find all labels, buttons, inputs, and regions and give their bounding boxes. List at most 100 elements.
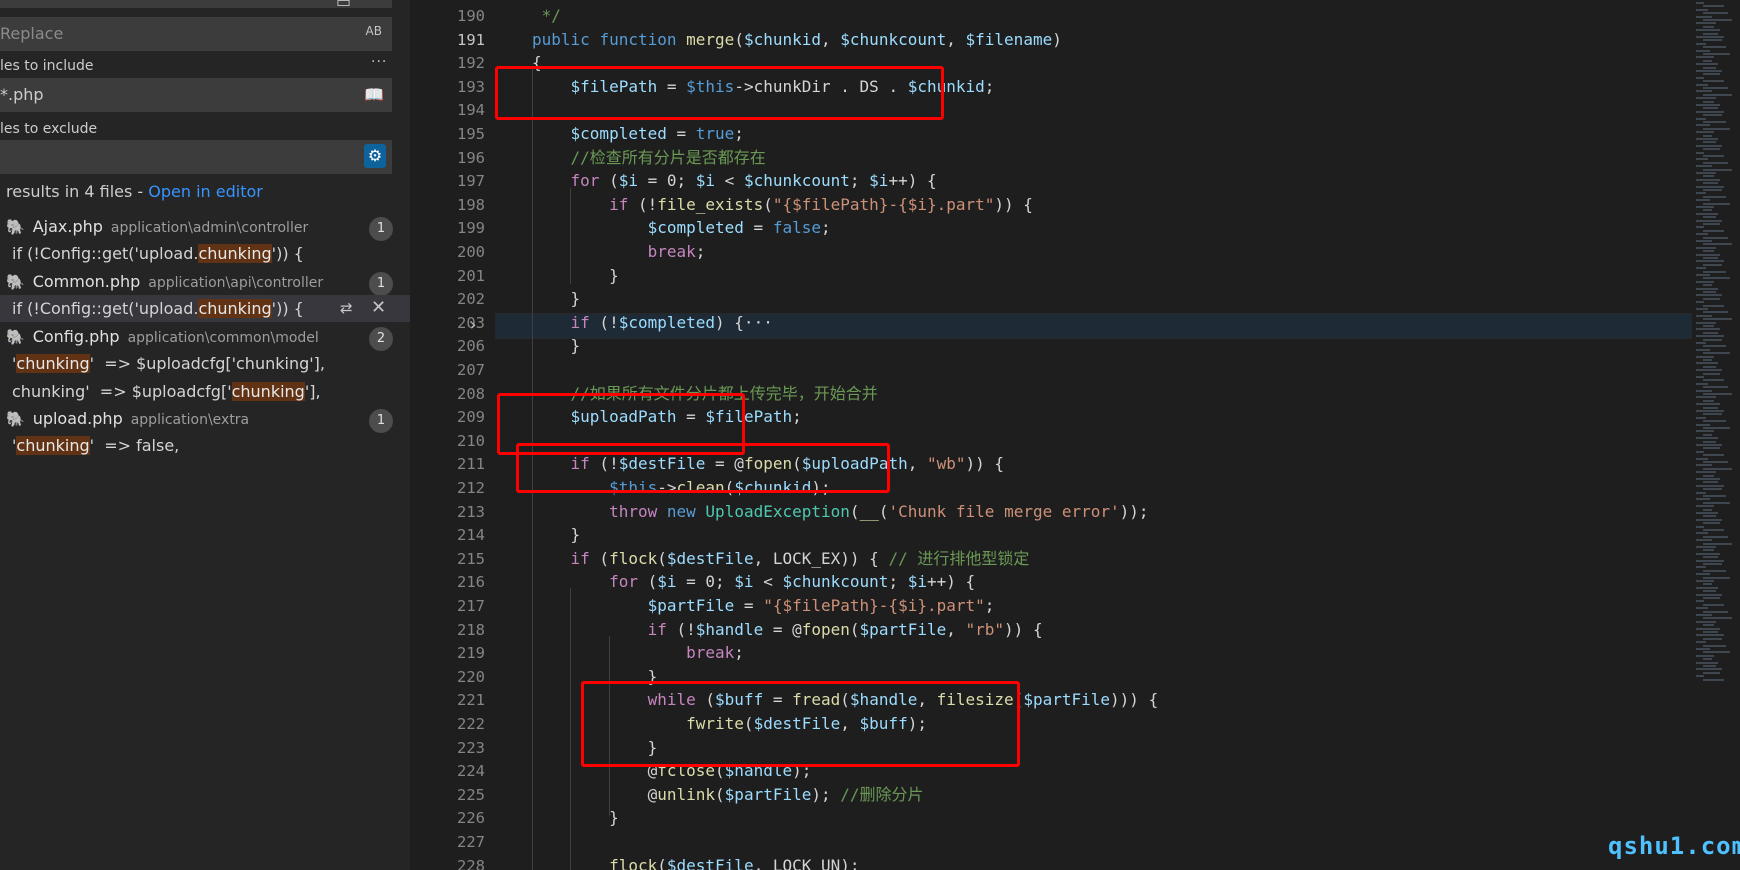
minimap-line bbox=[1703, 338, 1722, 341]
include-label: les to include bbox=[0, 58, 94, 74]
match-line[interactable]: if (!Config::get('upload.chunking')) { bbox=[12, 244, 304, 263]
close-icon[interactable]: ✕ bbox=[371, 297, 386, 318]
code-line[interactable]: $partFile = "{$filePath}-{$i}.part"; bbox=[532, 594, 995, 618]
result-file[interactable]: 🐘 upload.php application\extra bbox=[6, 409, 249, 428]
code-line[interactable]: if (flock($destFile, LOCK_EX)) { // 进行排他… bbox=[532, 547, 1030, 571]
minimap-line bbox=[1696, 124, 1710, 127]
minimap-line bbox=[1696, 36, 1724, 38]
match-highlight: chunking bbox=[16, 436, 90, 455]
minimap-line bbox=[1703, 161, 1728, 164]
gear-icon[interactable]: ⚙ bbox=[364, 144, 386, 168]
minimap-line bbox=[1703, 277, 1730, 280]
replace-icon[interactable]: ⇄ bbox=[340, 299, 353, 317]
code-line[interactable]: } bbox=[532, 523, 581, 547]
line-number: 191 bbox=[457, 30, 485, 49]
code-line[interactable]: public function merge($chunkid, $chunkco… bbox=[532, 28, 1062, 52]
minimap[interactable] bbox=[1692, 0, 1740, 870]
search-field[interactable] bbox=[0, 0, 392, 8]
code-line[interactable]: */ bbox=[532, 4, 561, 28]
code-line[interactable]: $completed = true; bbox=[532, 122, 744, 146]
code-line[interactable]: throw new UploadException(__('Chunk file… bbox=[532, 500, 1149, 524]
minimap-line bbox=[1703, 19, 1732, 21]
code-line[interactable]: for ($i = 0; $i < $chunkcount; $i++) { bbox=[532, 169, 937, 193]
minimap-line bbox=[1703, 12, 1728, 15]
line-number: 198 bbox=[457, 195, 485, 214]
minimap-line bbox=[1703, 658, 1712, 661]
minimap-line bbox=[1703, 87, 1728, 89]
minimap-line bbox=[1703, 263, 1722, 266]
code-line[interactable]: } bbox=[532, 334, 581, 358]
code-line[interactable]: $completed = false; bbox=[532, 216, 831, 240]
code-line[interactable]: } bbox=[532, 264, 619, 288]
replace-input[interactable]: Replace AB bbox=[0, 17, 392, 51]
open-in-editor-link[interactable]: Open in editor bbox=[148, 182, 263, 201]
match-line[interactable]: 'chunking' => $uploadcfg['chunking'], bbox=[12, 354, 325, 373]
chevron-right-icon[interactable]: › bbox=[470, 315, 476, 334]
minimap-line bbox=[1703, 250, 1714, 253]
minimap-line bbox=[1703, 576, 1730, 579]
minimap-line bbox=[1703, 284, 1712, 287]
minimap-line bbox=[1703, 569, 1726, 572]
preserve-case-button[interactable]: AB bbox=[366, 24, 382, 38]
minimap-line bbox=[1696, 76, 1704, 79]
minimap-line bbox=[1703, 127, 1730, 130]
minimap-line bbox=[1703, 631, 1718, 633]
minimap-line bbox=[1696, 22, 1716, 25]
minimap-line bbox=[1703, 93, 1732, 96]
line-number: 215 bbox=[457, 549, 485, 568]
watermark: qshu1.com bbox=[1608, 832, 1740, 860]
code-line[interactable]: for ($i = 0; $i < $chunkcount; $i++) { bbox=[532, 570, 975, 594]
minimap-line bbox=[1696, 430, 1714, 433]
minimap-line bbox=[1696, 158, 1708, 161]
code-line[interactable]: if (!$completed) {··· bbox=[532, 311, 773, 335]
minimap-line bbox=[1703, 556, 1718, 559]
code-line[interactable]: if (!file_exists("{$filePath}-{$i}.part"… bbox=[532, 193, 1033, 217]
minimap-line bbox=[1703, 148, 1720, 151]
minimap-line bbox=[1696, 172, 1716, 174]
result-file-path: application\extra bbox=[130, 412, 250, 428]
minimap-line bbox=[1703, 488, 1722, 491]
minimap-line bbox=[1703, 617, 1732, 620]
match-line[interactable]: chunking' => $uploadcfg['chunking'], bbox=[12, 382, 321, 401]
minimap-line bbox=[1696, 226, 1704, 229]
code-line[interactable]: } bbox=[532, 806, 619, 830]
line-number: 209 bbox=[457, 408, 485, 427]
code-line[interactable]: flock($destFile, LOCK_UN); bbox=[532, 854, 859, 870]
minimap-line bbox=[1703, 522, 1720, 525]
code-line[interactable]: //检查所有分片是否都存在 bbox=[532, 146, 766, 170]
minimap-line bbox=[1703, 508, 1712, 511]
replace-placeholder: Replace bbox=[0, 24, 64, 43]
minimap-line bbox=[1703, 440, 1716, 443]
match-line[interactable]: 'chunking' => false, bbox=[12, 436, 179, 455]
minimap-line bbox=[1696, 314, 1712, 317]
minimap-line bbox=[1703, 495, 1726, 497]
exclude-input[interactable]: ⚙ bbox=[0, 140, 392, 174]
code-editor[interactable]: 190 191 192 193 194 195 196 197 198 199 200 201 202 2… bbox=[410, 0, 1700, 870]
minimap-line bbox=[1696, 246, 1716, 249]
code-line[interactable]: break; bbox=[532, 641, 744, 665]
more-options-button[interactable]: ... bbox=[371, 50, 387, 66]
minimap-line bbox=[1703, 393, 1732, 395]
code-line[interactable]: break; bbox=[532, 240, 706, 264]
minimap-line bbox=[1703, 372, 1720, 375]
code-line[interactable]: if (!$handle = @fopen($partFile, "rb")) … bbox=[532, 618, 1043, 642]
result-file[interactable]: 🐘 Common.php application\api\controller bbox=[6, 272, 323, 291]
minimap-line bbox=[1696, 260, 1724, 263]
minimap-line bbox=[1703, 535, 1728, 538]
line-number: 200 bbox=[457, 243, 485, 261]
result-file[interactable]: 🐘 Ajax.php application\admin\controller bbox=[6, 217, 308, 236]
regex-icon[interactable]: ▭ bbox=[336, 0, 351, 11]
match-line-selected[interactable]: if (!Config::get('upload.chunking')) { bbox=[12, 299, 304, 318]
include-input[interactable]: *.php 📖 bbox=[0, 78, 392, 112]
minimap-line bbox=[1696, 518, 1722, 521]
minimap-line bbox=[1703, 427, 1730, 429]
minimap-line bbox=[1703, 114, 1722, 117]
minimap-line bbox=[1703, 202, 1730, 205]
minimap-line bbox=[1696, 110, 1724, 113]
book-icon[interactable]: 📖 bbox=[364, 85, 384, 104]
result-file[interactable]: 🐘 Config.php application\common\model bbox=[6, 327, 319, 346]
code-line[interactable]: } bbox=[532, 287, 581, 311]
code-line[interactable]: @unlink($partFile); //删除分片 bbox=[532, 783, 924, 807]
minimap-line bbox=[1696, 675, 1704, 678]
minimap-line bbox=[1696, 648, 1710, 650]
